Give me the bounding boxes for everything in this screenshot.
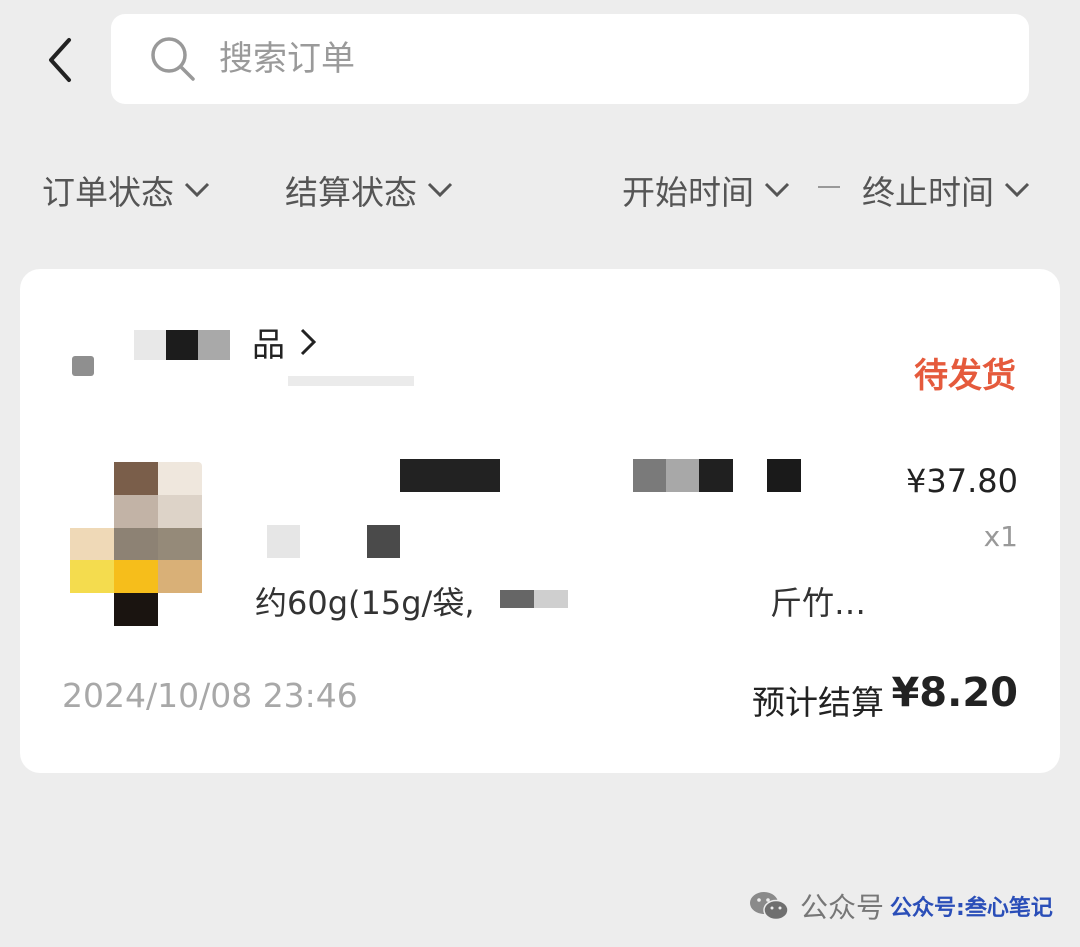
order-status-badge: 待发货 bbox=[914, 356, 1016, 396]
redaction-mosaic bbox=[500, 590, 534, 608]
product-price: ¥37.80 bbox=[906, 462, 1018, 500]
end-time-label: 终止时间 bbox=[862, 173, 994, 212]
search-input[interactable] bbox=[217, 38, 981, 80]
start-time-label: 开始时间 bbox=[622, 173, 754, 212]
search-bar[interactable] bbox=[111, 14, 1029, 104]
watermark-text: 公众号 bbox=[800, 891, 885, 924]
product-description-tail: 斤竹… bbox=[770, 584, 867, 622]
watermark-account: 公众号:叁心笔记 bbox=[890, 896, 1053, 921]
chevron-down-icon bbox=[1004, 182, 1030, 198]
wechat-icon bbox=[750, 892, 789, 921]
settlement-status-label: 结算状态 bbox=[285, 173, 417, 212]
end-time-filter[interactable]: 终止时间 bbox=[862, 168, 1030, 212]
order-status-filter[interactable]: 订单状态 bbox=[42, 168, 210, 212]
shop-link[interactable]: 品 bbox=[130, 320, 317, 364]
back-button[interactable] bbox=[30, 30, 90, 90]
redaction-mosaic bbox=[367, 525, 400, 558]
redaction-mosaic bbox=[400, 459, 500, 492]
chevron-down-icon bbox=[764, 182, 790, 198]
settlement-amount: ¥8.20 bbox=[891, 670, 1018, 716]
redaction-mosaic bbox=[633, 459, 733, 492]
redaction-mosaic bbox=[534, 590, 568, 608]
product-thumbnail[interactable] bbox=[70, 462, 202, 626]
chevron-right-icon bbox=[300, 328, 317, 356]
product-quantity: x1 bbox=[983, 520, 1018, 553]
order-timestamp: 2024/10/08 23:46 bbox=[62, 676, 358, 715]
settlement-label: 预计结算 bbox=[752, 683, 884, 722]
range-separator bbox=[818, 186, 840, 188]
shop-name: 品 bbox=[252, 325, 285, 364]
redaction-mosaic bbox=[130, 324, 248, 360]
start-time-filter[interactable]: 开始时间 bbox=[622, 168, 790, 212]
redaction-mosaic bbox=[267, 525, 300, 558]
watermark: 公众号 公众号:叁心笔记 bbox=[748, 886, 1053, 926]
chevron-down-icon bbox=[427, 182, 453, 198]
product-description: 约60g(15g/袋, bbox=[255, 584, 475, 622]
chevron-left-icon bbox=[49, 38, 71, 82]
order-id-obscured bbox=[288, 376, 414, 386]
settlement-status-filter[interactable]: 结算状态 bbox=[285, 168, 453, 212]
order-status-label: 订单状态 bbox=[42, 173, 174, 212]
redaction-mosaic bbox=[767, 459, 801, 492]
shop-logo bbox=[72, 356, 94, 376]
search-icon bbox=[151, 37, 195, 81]
chevron-down-icon bbox=[184, 182, 210, 198]
